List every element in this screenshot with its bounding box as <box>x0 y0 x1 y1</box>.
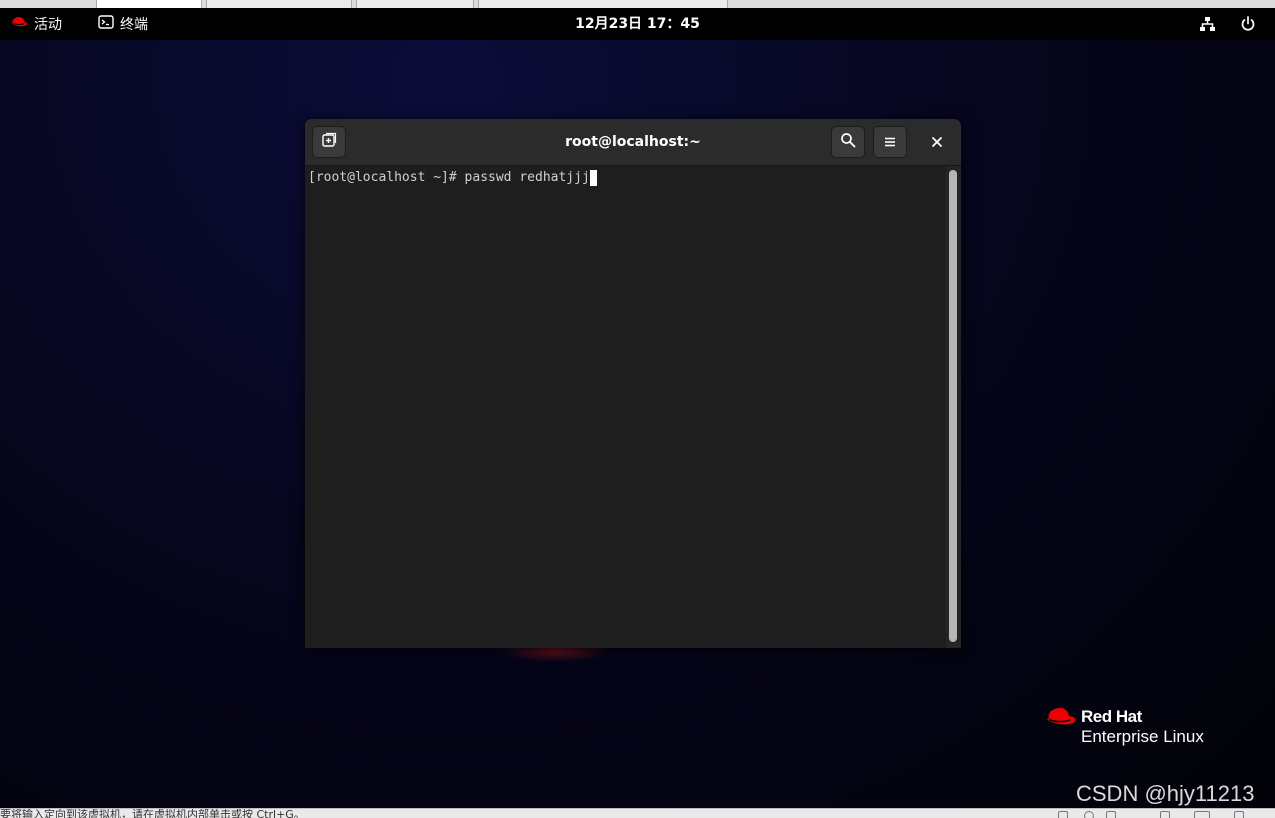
hdd-icon[interactable] <box>1058 811 1068 818</box>
host-status-bar: 要将输入定向到该虚拟机，请在虚拟机内部单击或按 Ctrl+G。 <box>0 808 1275 818</box>
host-tab[interactable] <box>96 0 202 8</box>
brand-product: Enterprise Linux <box>1081 727 1204 746</box>
host-status-text: 要将输入定向到该虚拟机，请在虚拟机内部单击或按 Ctrl+G。 <box>0 808 305 818</box>
display-icon[interactable] <box>1194 811 1210 818</box>
desktop: 活动 终端 12月23日 17：45 root@localhost:~ [roo… <box>0 0 1275 818</box>
printer-icon[interactable] <box>1160 811 1170 818</box>
host-tab[interactable] <box>478 0 728 8</box>
terminal-command: passwd redhatjjj <box>464 170 590 185</box>
terminal-window[interactable]: root@localhost:~ [root@localhost ~]# pas… <box>305 119 961 648</box>
clock[interactable]: 12月23日 17：45 <box>0 8 1275 40</box>
brand-name: Red Hat <box>1081 707 1142 726</box>
scrollbar[interactable] <box>946 166 961 648</box>
power-icon[interactable] <box>1240 16 1256 36</box>
redhat-logo: Red Hat Enterprise Linux <box>1043 704 1204 747</box>
redhat-hat-icon <box>1043 704 1077 734</box>
terminal-headerbar[interactable]: root@localhost:~ <box>305 119 961 166</box>
menu-button[interactable] <box>873 126 907 158</box>
search-button[interactable] <box>831 126 865 158</box>
host-tab[interactable] <box>356 0 474 8</box>
host-tab[interactable] <box>206 0 352 8</box>
terminal-prompt: [root@localhost ~]# <box>308 170 465 185</box>
terminal-output[interactable]: [root@localhost ~]# passwd redhatjjj <box>305 166 945 648</box>
host-tab-strip <box>0 0 1275 8</box>
cd-icon[interactable] <box>1084 811 1094 818</box>
hamburger-menu-icon <box>883 133 897 152</box>
network-wired-icon[interactable] <box>1199 16 1216 36</box>
scrollbar-thumb[interactable] <box>949 170 957 642</box>
watermark: CSDN @hjy11213 <box>1076 781 1255 806</box>
terminal-line: [root@localhost ~]# passwd redhatjjj <box>308 170 597 186</box>
top-bar: 活动 终端 12月23日 17：45 <box>0 8 1275 40</box>
message-icon[interactable] <box>1234 811 1244 818</box>
usb-icon[interactable] <box>1106 811 1116 818</box>
close-button[interactable] <box>925 132 949 152</box>
search-icon <box>840 132 856 152</box>
close-icon <box>931 133 943 152</box>
text-cursor <box>589 170 597 186</box>
